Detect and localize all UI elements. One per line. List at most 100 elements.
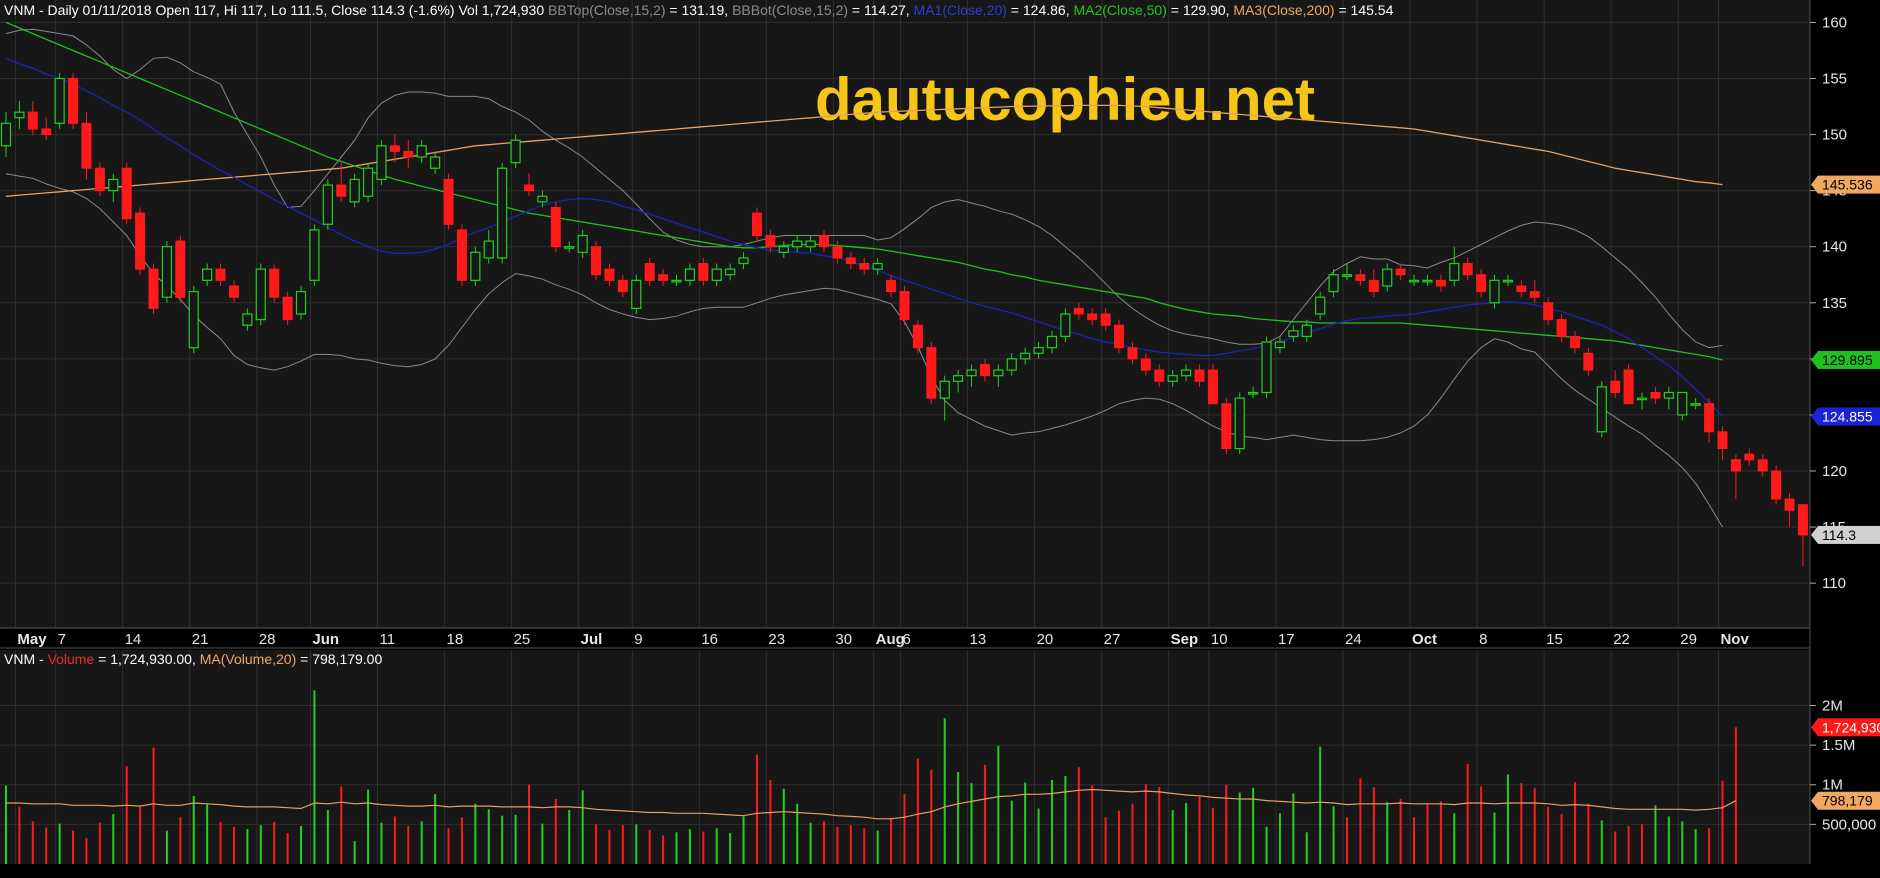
candle-body [698, 263, 709, 281]
candle-body [1207, 369, 1218, 405]
candle-body [966, 369, 977, 377]
candle-body [121, 167, 132, 220]
candle-body [1717, 431, 1728, 450]
candle-body [309, 229, 320, 281]
x-tick-label: 8 [1479, 631, 1487, 648]
x-tick-label: 29 [1680, 631, 1697, 648]
candle-body [510, 139, 521, 164]
candle-body [778, 246, 789, 253]
y-tick-label: 2M [1822, 697, 1843, 714]
x-tick-label: 22 [1613, 631, 1630, 648]
candle-body [550, 206, 561, 248]
candle-body [81, 122, 92, 169]
candle-body [1489, 279, 1500, 304]
candle-body [403, 150, 414, 158]
candle-body [1650, 392, 1661, 399]
x-tick-label: 11 [379, 631, 395, 648]
candle-body [1020, 352, 1031, 360]
y-tick-label: 1M [1822, 777, 1843, 794]
candle-body [1797, 504, 1808, 536]
candle-body [175, 240, 186, 298]
y-tick-label: 150 [1822, 127, 1847, 144]
candle-body [591, 246, 602, 276]
header-segment: = 798,179.00 [296, 651, 382, 667]
candle-body [483, 240, 494, 259]
candle-body [1744, 453, 1755, 461]
candle-body [912, 324, 923, 349]
candle-body [872, 262, 883, 270]
candle-body [1704, 403, 1715, 433]
header-segment: MA1(Close,20) [914, 2, 1007, 18]
candle-body [202, 268, 213, 281]
candle-body [886, 279, 897, 293]
candle-body [1060, 313, 1071, 338]
candle-body [255, 268, 266, 321]
candle-body [108, 178, 119, 192]
candle-body [41, 128, 52, 136]
header-segment: Volume [48, 651, 95, 667]
candle-body [1757, 459, 1768, 472]
x-tick-label: 16 [701, 631, 718, 648]
candle-body [738, 257, 749, 265]
candle-body [1315, 296, 1326, 315]
candle-body [765, 235, 776, 248]
y-tick-label: 110 [1822, 575, 1846, 592]
header-segment: = 145.54 [1335, 2, 1394, 18]
candle-body [443, 178, 454, 225]
candle-body [537, 195, 548, 203]
candle-body [282, 296, 293, 321]
x-tick-label: 23 [768, 631, 785, 648]
candle-body [14, 111, 25, 119]
candle-body [1556, 319, 1567, 337]
header-segment: MA3(Close,200) [1233, 2, 1334, 18]
candle-body [1368, 279, 1379, 293]
x-tick-label: Aug [876, 631, 905, 648]
x-tick-label: 14 [125, 631, 142, 648]
value-badge-label: 145.536 [1822, 177, 1873, 193]
candle-body [1274, 341, 1286, 349]
x-tick-label: 21 [192, 631, 209, 648]
x-tick-label: 25 [514, 631, 531, 648]
x-tick-label: 18 [447, 631, 464, 648]
header-segment: BBBot(Close,15,2) [732, 2, 848, 18]
x-tick-label: 27 [1104, 631, 1121, 648]
header-segment: = 131.19, [666, 2, 733, 18]
header-segment: VNM - Daily 01/11/2018 Open 117, Hi 117,… [4, 2, 548, 18]
y-tick-label: 160 [1822, 14, 1847, 31]
y-tick-label: 1.5M [1822, 737, 1855, 754]
candle-body [1583, 352, 1594, 371]
candle-body [1596, 386, 1607, 433]
candle-body [349, 178, 360, 203]
candle-body [1154, 369, 1165, 382]
candle-body [832, 246, 843, 259]
candle-body [322, 184, 333, 225]
value-badge-label: 114.3 [1822, 527, 1856, 543]
candle-body [54, 77, 65, 124]
candle-body [751, 212, 762, 236]
y-tick-label: 140 [1822, 239, 1847, 256]
candle-body [644, 263, 655, 281]
x-tick-label: 7 [58, 631, 66, 648]
candle-body [523, 184, 534, 192]
candle-body [1529, 291, 1540, 298]
candle-body [362, 167, 374, 197]
candle-body [336, 184, 347, 197]
candle-body [1355, 274, 1366, 281]
header-segment: VNM - [4, 651, 48, 667]
y-tick-label: 500,000 [1822, 816, 1876, 833]
value-badge-label: 1,724,930 [1822, 719, 1880, 735]
candle-body [1100, 313, 1111, 326]
candle-body [711, 268, 722, 281]
candle-body [1180, 369, 1192, 377]
header-segment: = 124.86, [1007, 2, 1074, 18]
candle-body [1569, 335, 1580, 349]
candle-body [805, 240, 816, 248]
header-segment: = 1,724,930.00, [94, 651, 199, 667]
y-tick-label: 135 [1822, 295, 1847, 312]
candle-body [269, 268, 280, 298]
x-tick-label: 15 [1546, 631, 1563, 648]
volume-header: VNM - Volume = 1,724,930.00, MA(Volume,2… [4, 651, 382, 667]
candle-body [725, 268, 736, 276]
candle-body [819, 235, 830, 248]
candle-body [1395, 268, 1406, 276]
